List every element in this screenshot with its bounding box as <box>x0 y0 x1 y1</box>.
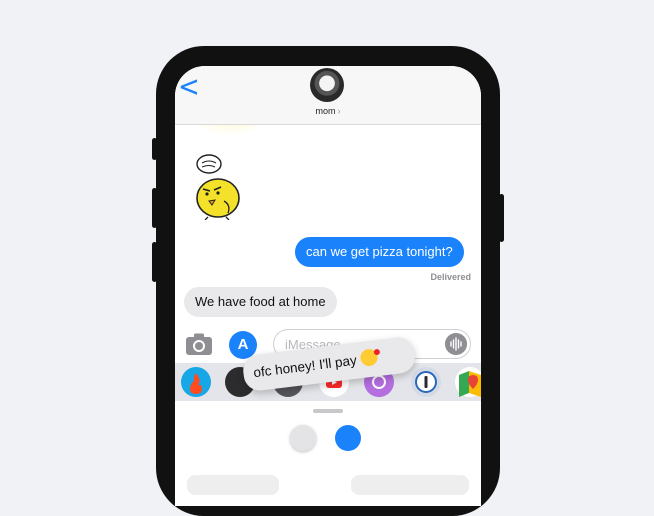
floating-message-text: ofc honey! I'll pay <box>252 352 358 381</box>
conversation-header: < mom › <box>175 66 481 125</box>
contact-name: mom <box>315 106 336 116</box>
drawer-item-right[interactable] <box>351 475 469 495</box>
outgoing-message[interactable]: can we get pizza tonight? <box>295 237 464 267</box>
phone-frame: < mom › can we get pizza tonight? Deliver… <box>152 46 504 516</box>
incoming-message[interactable]: We have food at home <box>184 287 337 317</box>
messages-screen: < mom › can we get pizza tonight? Deliver… <box>175 66 481 506</box>
angry-chick-sticker[interactable] <box>190 154 250 220</box>
side-button-mute <box>152 138 157 160</box>
delivery-status: Delivered <box>430 272 471 282</box>
avatar[interactable] <box>310 68 344 102</box>
side-button-volume-up <box>152 188 157 228</box>
contact-name-row[interactable]: mom › <box>175 106 481 116</box>
onepassword-app-icon[interactable] <box>411 367 441 397</box>
drawer-item-left[interactable] <box>187 475 279 495</box>
side-button-volume-down <box>152 242 157 282</box>
camera-icon[interactable] <box>185 332 213 356</box>
audio-waveform-icon[interactable] <box>445 333 467 355</box>
google-maps-app-icon[interactable] <box>455 367 481 397</box>
page-dot-inactive[interactable] <box>290 425 316 451</box>
fire-app-icon[interactable] <box>181 367 211 397</box>
page-dot-active[interactable] <box>335 425 361 451</box>
chevron-left-icon[interactable]: < <box>178 71 200 104</box>
side-button-power <box>499 194 504 242</box>
drawer-handle[interactable] <box>313 409 343 413</box>
chevron-right-icon: › <box>337 106 341 116</box>
face-blowing-kiss-icon <box>359 348 379 367</box>
